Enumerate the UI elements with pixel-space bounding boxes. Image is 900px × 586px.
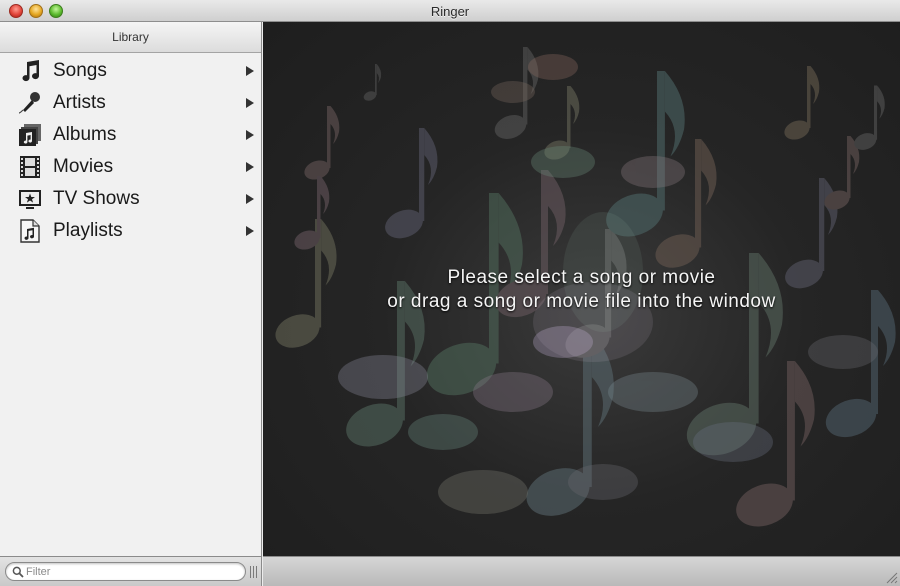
sidebar-item-playlists[interactable]: Playlists: [0, 215, 261, 247]
disclosure-arrow-icon[interactable]: [246, 194, 254, 204]
window-title: Ringer: [430, 4, 470, 19]
film-strip-icon: [17, 155, 43, 179]
sidebar-item-label: Songs: [53, 60, 107, 81]
sidebar-item-albums[interactable]: Albums: [0, 119, 261, 151]
sidebar-item-label: Movies: [53, 156, 114, 177]
disclosure-arrow-icon[interactable]: [246, 66, 254, 76]
sidebar-footer: [0, 556, 262, 586]
sidebar-item-label: TV Shows: [53, 188, 140, 209]
message-line-1: Please select a song or movie: [447, 267, 716, 288]
sidebar-item-label: Albums: [53, 124, 117, 145]
microphone-icon: [17, 91, 43, 115]
sidebar-item-label: Artists: [53, 92, 106, 113]
filter-input[interactable]: [26, 564, 241, 579]
sidebar-item-label: Playlists: [53, 220, 123, 241]
albums-icon: [17, 123, 43, 147]
message-line-2: or drag a song or movie file into the wi…: [387, 291, 776, 312]
disclosure-arrow-icon[interactable]: [246, 162, 254, 172]
sidebar-item-movies[interactable]: Movies: [0, 151, 261, 183]
window-resize-grip-icon[interactable]: [884, 570, 898, 584]
disclosure-arrow-icon[interactable]: [246, 98, 254, 108]
empty-state-message: Please select a song or movie or drag a …: [263, 266, 900, 314]
tv-icon: [17, 187, 43, 211]
disclosure-arrow-icon[interactable]: [246, 226, 254, 236]
content-footer: [263, 556, 900, 586]
sidebar-item-songs[interactable]: Songs: [0, 55, 261, 87]
library-sidebar: Library Songs Artists Albums Movies TV S…: [0, 22, 262, 556]
playlist-icon: [17, 219, 43, 243]
split-view-resize-handle[interactable]: [250, 566, 258, 578]
title-bar: Ringer: [0, 0, 900, 22]
sidebar-item-tv-shows[interactable]: TV Shows: [0, 183, 261, 215]
music-note-icon: [17, 59, 43, 83]
library-header: Library: [0, 22, 261, 53]
library-list: Songs Artists Albums Movies TV Shows Pla…: [0, 53, 261, 247]
search-icon: [12, 566, 24, 578]
drop-area[interactable]: Please select a song or movie or drag a …: [263, 22, 900, 556]
disclosure-arrow-icon[interactable]: [246, 130, 254, 140]
sidebar-item-artists[interactable]: Artists: [0, 87, 261, 119]
filter-field[interactable]: [5, 562, 246, 581]
